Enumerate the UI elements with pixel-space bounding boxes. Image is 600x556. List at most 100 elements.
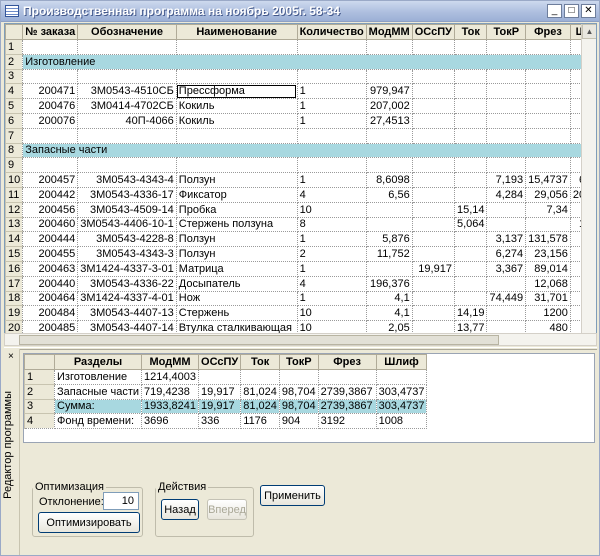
table-cell[interactable]: 200484 xyxy=(22,305,79,322)
table-row[interactable]: 10 200457 3М0543-4343-4 Ползун 1 8,6098 7,193 1… xyxy=(5,172,596,188)
table-cell[interactable] xyxy=(412,83,455,100)
table-cell[interactable]: 3М0543-4343-4 xyxy=(77,172,177,188)
table-cell[interactable]: 10 xyxy=(297,202,367,218)
table-row[interactable]: 3 xyxy=(5,68,596,85)
table-cell[interactable]: 40П-4066 xyxy=(77,113,177,129)
table-cell[interactable] xyxy=(412,231,455,248)
table-cell[interactable] xyxy=(297,128,367,144)
table-cell[interactable]: 4,1 xyxy=(366,305,413,322)
column-header[interactable] xyxy=(5,24,24,40)
column-header[interactable]: Наименование xyxy=(175,24,298,40)
table-cell[interactable] xyxy=(376,369,428,385)
section-row[interactable]: 8 Запасные части xyxy=(5,142,596,159)
row-number[interactable]: 1 xyxy=(24,369,55,385)
production-program-grid[interactable]: № заказа Обозначение Наименование Количеств… xyxy=(4,23,597,343)
column-header[interactable]: ОСсПУ xyxy=(198,354,242,370)
table-cell[interactable]: 200455 xyxy=(22,246,79,262)
table-cell[interactable] xyxy=(412,113,455,129)
table-cell[interactable] xyxy=(454,276,488,292)
table-cell[interactable]: 3,367 xyxy=(486,261,527,277)
table-cell[interactable] xyxy=(486,157,527,174)
table-cell[interactable] xyxy=(77,128,177,144)
table-cell[interactable] xyxy=(454,128,488,144)
column-header[interactable]: Ток xyxy=(453,24,488,40)
table-cell[interactable]: 98,704 xyxy=(279,384,319,400)
table-cell[interactable] xyxy=(525,69,571,85)
table-cell[interactable] xyxy=(318,369,377,385)
table-cell[interactable]: 81,024 xyxy=(240,384,280,400)
table-cell[interactable] xyxy=(176,69,298,85)
row-number[interactable]: 1 xyxy=(5,39,24,55)
row-number[interactable]: 4 xyxy=(24,413,55,430)
table-cell[interactable]: Сумма: xyxy=(54,399,143,415)
table-cell[interactable]: 3М0543-4343-3 xyxy=(77,246,177,262)
table-cell[interactable] xyxy=(525,217,571,233)
table-cell[interactable]: 303,4737 xyxy=(376,384,428,400)
table-cell[interactable] xyxy=(240,369,280,385)
table-cell[interactable]: 3М0543-4407-13 xyxy=(77,305,177,322)
table-cell[interactable] xyxy=(486,69,527,85)
table-cell[interactable] xyxy=(454,231,488,248)
table-cell[interactable]: 196,376 xyxy=(366,276,413,292)
table-cell[interactable] xyxy=(22,69,79,85)
table-row[interactable]: 9 xyxy=(5,157,596,174)
row-number[interactable]: 10 xyxy=(5,172,24,188)
column-header[interactable]: ТокР xyxy=(278,354,319,370)
table-cell[interactable]: 3М0543-4406-10-1 xyxy=(77,217,177,233)
table-row[interactable]: 1 xyxy=(5,39,596,55)
table-cell[interactable]: Ползун xyxy=(176,231,298,248)
optimize-button[interactable]: Оптимизировать xyxy=(38,512,140,533)
table-cell[interactable] xyxy=(366,261,413,277)
table-cell[interactable] xyxy=(454,246,488,262)
table-cell[interactable] xyxy=(412,276,455,292)
table-cell[interactable]: 19,917 xyxy=(198,384,242,400)
close-button[interactable]: ✕ xyxy=(581,4,596,18)
row-number[interactable]: 14 xyxy=(5,231,24,248)
column-header[interactable]: Разделы xyxy=(53,354,143,370)
column-header[interactable]: ТокР xyxy=(486,24,527,40)
table-cell[interactable]: 15,4737 xyxy=(525,172,571,188)
table-row[interactable]: 15 200455 3М0543-4343-3 Ползун 2 11,752 6,274 2… xyxy=(5,246,596,262)
table-cell[interactable]: Кокиль xyxy=(176,113,298,129)
table-row[interactable]: 18 200464 3М1424-4337-4-01 Нож 1 4,1 74,449 31,… xyxy=(5,290,596,307)
table-cell[interactable] xyxy=(366,128,413,144)
summary-row[interactable]: 4 Фонд времени: 3696 336 1176 904 3192 1008 xyxy=(24,413,428,430)
table-cell[interactable]: 1 xyxy=(297,83,367,100)
table-cell[interactable]: 303,4737 xyxy=(376,399,428,415)
table-cell[interactable]: 200460 xyxy=(22,217,79,233)
table-cell[interactable]: 3М1424-4337-3-01 xyxy=(77,261,177,277)
table-cell[interactable]: 15,14 xyxy=(454,202,488,218)
table-cell[interactable]: 1 xyxy=(297,261,367,277)
table-cell[interactable] xyxy=(454,157,488,174)
table-cell[interactable] xyxy=(412,187,455,203)
table-cell[interactable]: 1214,4003 xyxy=(141,369,200,385)
table-cell[interactable]: Кокиль xyxy=(176,98,298,114)
table-cell[interactable]: 1 xyxy=(297,113,367,129)
table-cell[interactable]: 2739,3867 xyxy=(318,399,377,415)
minimize-button[interactable]: _ xyxy=(547,4,562,18)
table-cell[interactable]: 11,752 xyxy=(366,246,413,262)
table-cell[interactable] xyxy=(412,305,455,322)
table-cell[interactable]: 4,1 xyxy=(366,291,413,307)
table-cell[interactable]: 1933,8241 xyxy=(141,399,200,415)
table-row[interactable]: 14 200444 3М0543-4228-8 Ползун 1 5,876 3,137 13… xyxy=(5,231,596,248)
title-bar[interactable]: Производственная программа на ноябрь 200… xyxy=(1,1,599,22)
table-cell[interactable]: Пробка xyxy=(176,202,298,218)
table-cell[interactable]: 3М0543-4228-8 xyxy=(77,231,177,248)
row-number[interactable]: 12 xyxy=(5,201,24,218)
table-cell[interactable] xyxy=(486,113,527,129)
row-number[interactable]: 13 xyxy=(5,216,24,233)
table-cell[interactable] xyxy=(454,83,488,100)
table-cell[interactable]: Матрица xyxy=(176,261,298,277)
table-cell[interactable]: 7,193 xyxy=(486,172,527,188)
table-cell[interactable]: 904 xyxy=(279,413,319,430)
row-number[interactable]: 4 xyxy=(5,83,24,100)
table-cell[interactable]: 200476 xyxy=(22,98,79,114)
table-cell[interactable] xyxy=(412,291,455,307)
row-number[interactable]: 8 xyxy=(5,142,24,159)
table-cell[interactable]: 31,701 xyxy=(525,291,571,307)
table-cell[interactable]: 3696 xyxy=(141,413,200,430)
row-number[interactable]: 19 xyxy=(5,305,24,322)
table-cell[interactable]: 7,34 xyxy=(525,202,571,218)
table-cell[interactable]: 14,19 xyxy=(454,305,488,322)
